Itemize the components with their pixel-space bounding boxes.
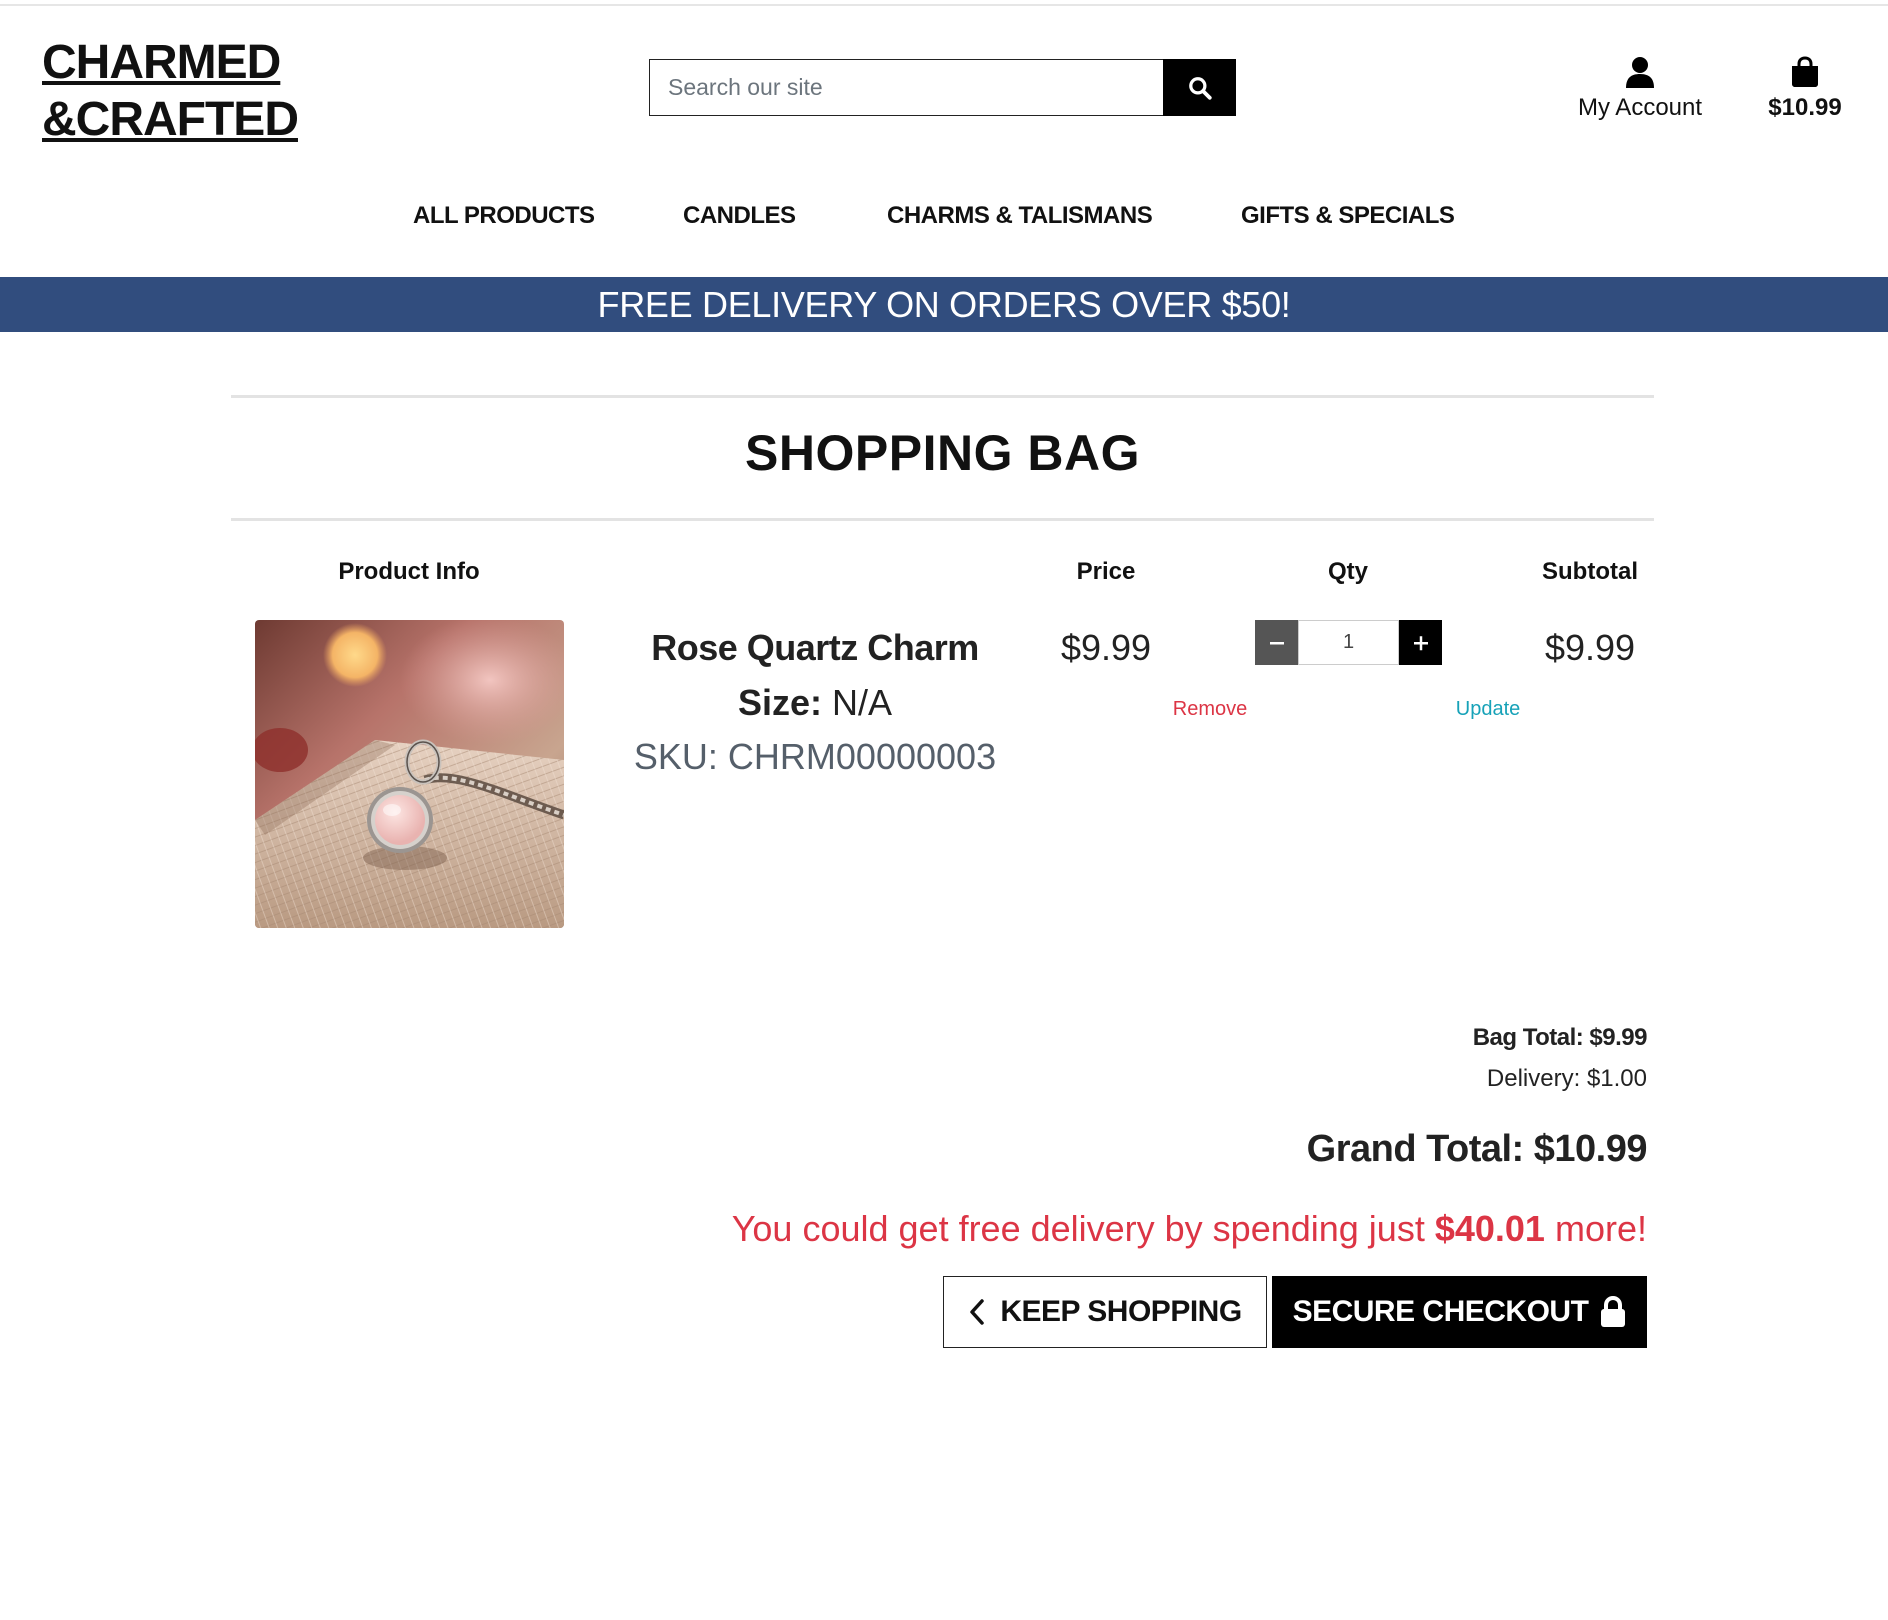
user-icon (1626, 57, 1654, 88)
secure-checkout-button[interactable]: SECURE CHECKOUT (1272, 1276, 1647, 1348)
grand-total: Grand Total: $10.99 (1306, 1128, 1648, 1170)
product-size-label: Size: (737, 682, 822, 723)
increment-qty-button[interactable] (1399, 620, 1442, 665)
logo-line-2: &CRAFTED (42, 93, 299, 146)
shopping-bag-icon (1792, 56, 1818, 87)
product-subtotal: $9.99 (1544, 627, 1636, 668)
column-header-product-info: Product Info (338, 558, 480, 585)
page-title: SHOPPING BAG (745, 425, 1140, 481)
product-size: Size: N/A (600, 682, 1030, 724)
free-delivery-message: You could get free delivery by spending … (732, 1208, 1647, 1250)
top-border (0, 0, 1888, 6)
free-delivery-banner: FREE DELIVERY ON ORDERS OVER $50! (0, 277, 1888, 332)
lock-icon (1601, 1296, 1626, 1327)
search-button[interactable] (1163, 59, 1236, 116)
main-nav: ALL PRODUCTS CANDLES CHARMS & TALISMANS … (0, 202, 1888, 234)
search-input[interactable] (649, 59, 1163, 116)
site-logo[interactable]: CHARMED &CRAFTED (42, 34, 299, 148)
free-delivery-suffix: more! (1554, 1208, 1647, 1249)
minus-icon (1269, 641, 1284, 644)
remove-item-link[interactable]: Remove (1160, 698, 1260, 721)
quantity-input[interactable] (1298, 620, 1399, 665)
free-delivery-amount: $40.01 (1434, 1208, 1545, 1249)
plus-icon (1413, 635, 1428, 650)
update-item-link[interactable]: Update (1438, 698, 1538, 721)
product-sku: SKU: CHRM00000003 (633, 736, 997, 777)
quantity-stepper (1255, 620, 1442, 665)
decrement-qty-button[interactable] (1255, 620, 1298, 665)
free-delivery-prefix: You could get free delivery by spending … (731, 1208, 1425, 1249)
keep-shopping-label: KEEP SHOPPING (1000, 1295, 1242, 1328)
divider-bottom (231, 518, 1654, 521)
bag-total-amount: $10.99 (1768, 94, 1842, 121)
column-header-qty: Qty (1327, 558, 1368, 585)
delivery-cost: Delivery: $1.00 (1486, 1065, 1647, 1092)
nav-all-products[interactable]: ALL PRODUCTS (413, 202, 595, 230)
product-name: Rose Quartz Charm (651, 627, 979, 668)
search-form (649, 59, 1236, 116)
search-icon (1188, 76, 1212, 100)
nav-charms-talismans[interactable]: CHARMS & TALISMANS (887, 202, 1153, 230)
product-size-value: N/A (832, 682, 893, 723)
keep-shopping-button[interactable]: KEEP SHOPPING (943, 1276, 1267, 1348)
secure-checkout-label: SECURE CHECKOUT (1292, 1295, 1589, 1328)
column-header-subtotal: Subtotal (1542, 558, 1638, 585)
chevron-left-icon (970, 1299, 985, 1325)
column-header-price: Price (1076, 558, 1136, 585)
product-price: $9.99 (1060, 627, 1152, 668)
logo-line-1: CHARMED (42, 36, 281, 89)
shopping-bag-link[interactable]: $10.99 (1755, 52, 1855, 122)
bag-total: Bag Total: $9.99 (1472, 1024, 1648, 1051)
nav-candles[interactable]: CANDLES (683, 202, 796, 230)
my-account-link[interactable]: My Account (1570, 52, 1710, 122)
product-image (255, 620, 564, 928)
nav-gifts-specials[interactable]: GIFTS & SPECIALS (1241, 202, 1455, 230)
divider-top (231, 395, 1654, 398)
my-account-label: My Account (1577, 94, 1703, 121)
